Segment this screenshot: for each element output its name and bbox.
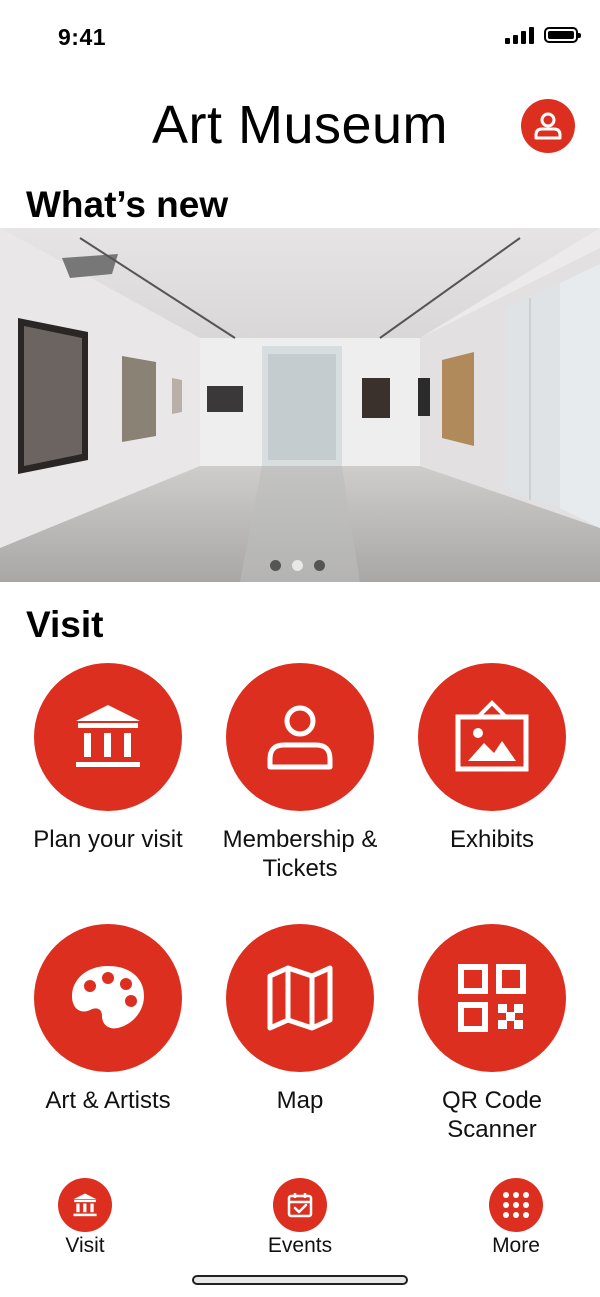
battery-icon <box>544 27 581 43</box>
map-label: Map <box>276 1087 324 1114</box>
museum-building-icon <box>73 1193 97 1217</box>
signal-icon <box>505 26 534 44</box>
person-icon <box>534 112 562 140</box>
app-title: Art Museum <box>151 95 449 155</box>
carousel-dot[interactable] <box>270 560 281 571</box>
home-indicator[interactable] <box>192 1275 408 1285</box>
visit-heading: Visit <box>26 604 104 645</box>
status-icons <box>505 26 581 44</box>
museum-building-icon <box>76 705 140 767</box>
tab-visit-icon-circle[interactable] <box>58 1178 112 1232</box>
status-bar: 9:41 <box>0 0 600 70</box>
tab-events-label: Events <box>267 1234 333 1257</box>
membership-tickets-tile[interactable]: Membership & Tickets <box>205 663 395 883</box>
status-time: 9:41 <box>58 24 107 50</box>
map-icon <box>267 965 333 1031</box>
tab-visit-label: Visit <box>65 1234 105 1257</box>
calendar-icon <box>287 1193 313 1218</box>
plan-visit-label: Plan your visit <box>33 826 183 853</box>
qr-scanner-label: QR Code Scanner <box>441 1087 543 1143</box>
art-artists-button[interactable] <box>34 924 182 1072</box>
exhibits-label: Exhibits <box>449 826 535 853</box>
tab-more-icon-circle[interactable] <box>489 1178 543 1232</box>
map-tile[interactable]: Map <box>205 924 395 1115</box>
gallery-hero-image[interactable] <box>0 228 600 582</box>
tab-events[interactable]: Events <box>245 1178 355 1258</box>
tab-more[interactable]: More <box>461 1178 571 1258</box>
person-icon <box>267 705 333 770</box>
membership-tickets-button[interactable] <box>226 663 374 811</box>
qr-scanner-button[interactable] <box>418 924 566 1072</box>
grid-dots-icon <box>503 1192 529 1218</box>
tab-events-icon-circle[interactable] <box>273 1178 327 1232</box>
carousel-dot[interactable] <box>314 560 325 571</box>
plan-visit-button[interactable] <box>34 663 182 811</box>
art-artists-tile[interactable]: Art & Artists <box>13 924 203 1115</box>
palette-icon <box>72 966 144 1029</box>
whats-new-heading: What’s new <box>26 184 229 225</box>
tab-visit[interactable]: Visit <box>30 1178 140 1258</box>
exhibits-button[interactable] <box>418 663 566 811</box>
qr-code-icon <box>458 964 526 1032</box>
carousel-dot-active[interactable] <box>292 560 303 571</box>
exhibits-tile[interactable]: Exhibits <box>397 663 587 854</box>
qr-scanner-tile[interactable]: QR Code Scanner <box>397 924 587 1144</box>
map-button[interactable] <box>226 924 374 1072</box>
membership-tickets-label: Membership & Tickets <box>222 826 378 882</box>
tab-bar: Visit Events More <box>0 1178 600 1263</box>
carousel-dots[interactable] <box>270 560 325 571</box>
profile-button[interactable] <box>521 99 575 153</box>
tab-more-label: More <box>492 1234 540 1257</box>
picture-frame-icon <box>455 700 529 772</box>
art-artists-label: Art & Artists <box>45 1087 171 1114</box>
plan-visit-tile[interactable]: Plan your visit <box>13 663 203 854</box>
